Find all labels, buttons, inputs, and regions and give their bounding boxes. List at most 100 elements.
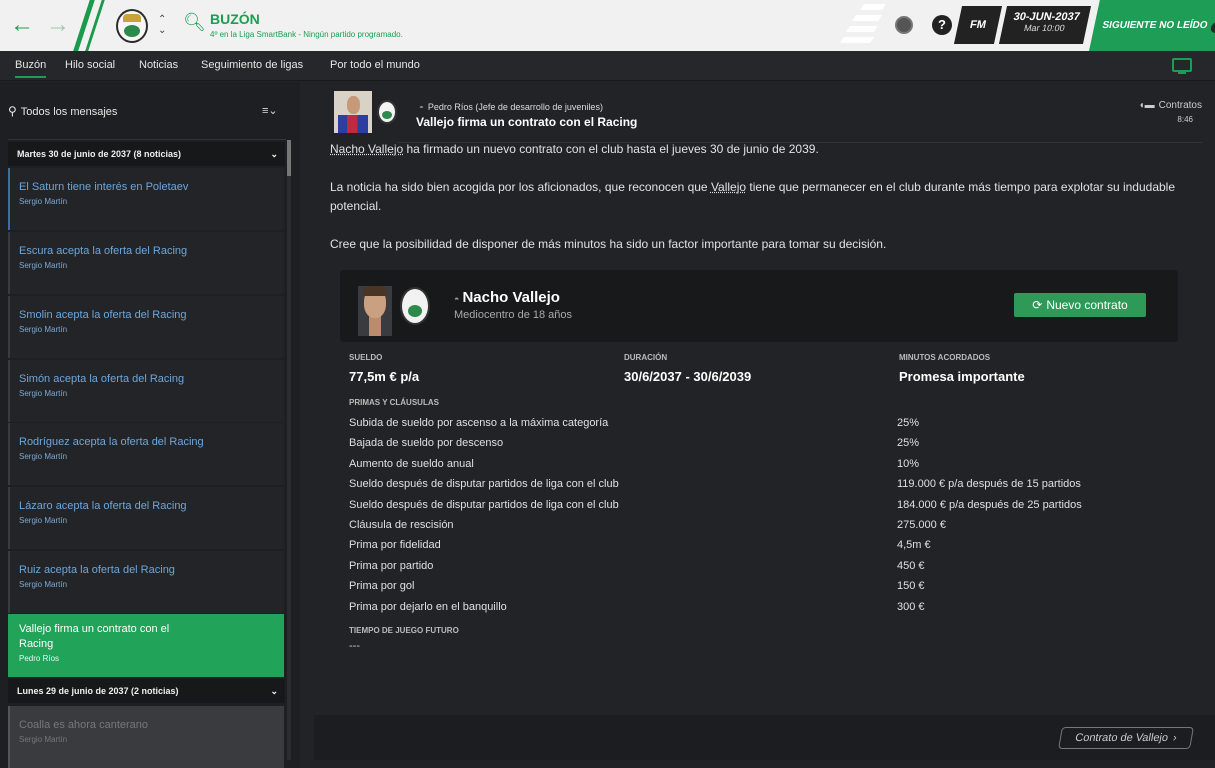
date-group-header[interactable]: Lunes 29 de junio de 2037 (2 noticias) ⌄ [8,679,285,703]
message-sender: Sergio Martín [19,261,68,270]
paragraph-text: La noticia ha sido bien acogida por los … [330,180,711,194]
message-item[interactable]: El Saturn tiene interés en Poletaev Sergi… [8,168,284,230]
clause-row: Prima por fidelidad 4,5m € [349,539,1189,559]
player-name[interactable]: ◓ Nacho Vallejo [454,289,560,306]
tab-bar: Buzón Hilo social Noticias Seguimiento d… [0,51,1215,81]
salary-value: 77,5m € p/a [349,369,420,384]
next-unread-button[interactable]: SIGUIENTE NO LEÍDO› [1089,0,1215,51]
date-group-header[interactable]: Martes 30 de junio de 2037 (8 noticias) ⌄ [8,142,285,166]
club-crest-icon[interactable] [400,287,430,325]
date-text: 30-JUN-2037 [1012,11,1081,23]
tv-icon[interactable] [1172,58,1192,74]
message-time: 8:46 [1177,115,1193,124]
tab-seguimiento-ligas[interactable]: Seguimiento de ligas [201,59,303,71]
clause-value: 25% [897,417,920,429]
clause-row: Cláusula de rescisión 275.000 € [349,519,1189,539]
clause-value: 4,5m € [897,539,931,551]
clause-value: 25% [897,437,920,449]
chevron-down-icon: ⌄ [270,149,278,159]
bottom-action-bar: Contrato de Vallejo › [314,715,1215,760]
tab-noticias[interactable]: Noticias [139,59,178,71]
player-avatar[interactable] [358,286,392,336]
forward-arrow-icon[interactable]: → [46,12,70,38]
minutes-value: Promesa importante [899,369,1025,384]
new-contract-label: Nuevo contrato [1046,298,1128,312]
message-sender: Sergio Martín [19,580,68,589]
clause-row: Prima por gol 150 € [349,580,1189,600]
message-title: Lázaro acepta la oferta del Racing [19,500,187,512]
divider [8,139,286,140]
help-icon[interactable]: ? [932,15,952,35]
paragraph-2: La noticia ha sido bien acogida por los … [330,178,1190,216]
chevron-down-icon: ⌄ [270,686,278,696]
clause-name: Prima por fidelidad [349,539,441,551]
club-crest-icon[interactable] [377,100,397,124]
message-list-sidebar: ⚲ Todos los mensajes ≡⌄ Martes 30 de juni… [0,82,300,768]
paragraph-text: ha firmado un nuevo contrato con el club… [403,142,819,156]
player-contract-button[interactable]: Contrato de Vallejo › [1058,727,1194,749]
message-sender: Pedro Ríos [19,654,60,663]
paragraph-1: Nacho Vallejo ha firmado un nuevo contra… [330,140,1190,159]
date-display[interactable]: 30-JUN-2037 Mar 10:00 [998,6,1092,44]
clause-value: 450 € [897,560,925,572]
new-contract-button[interactable]: ⟳ Nuevo contrato [1014,293,1146,317]
scrollbar-thumb[interactable] [287,140,291,176]
tab-por-todo-el-mundo[interactable]: Por todo el mundo [330,59,420,71]
tab-hilo-social[interactable]: Hilo social [65,59,115,71]
clause-value: 150 € [897,580,925,592]
sender-name[interactable]: ◓ Pedro Ríos (Jefe de desarrollo de juven… [419,102,603,112]
message-item[interactable]: Coalla es ahora canterano Sergio Martín [8,706,284,768]
message-item[interactable]: Rodríguez acepta la oferta del Racing Ser… [8,423,284,485]
message-title: Rodríguez acepta la oferta del Racing [19,436,204,448]
page-title: BUZÓN [210,11,260,27]
message-body: ◓ Pedro Ríos (Jefe de desarrollo de juven… [330,90,1202,662]
clause-row: Aumento de sueldo anual 10% [349,458,1189,478]
scrollbar-track[interactable] [287,140,291,760]
clause-value: 300 € [897,601,925,613]
club-crest-icon[interactable] [116,9,148,43]
search-icon[interactable]: 🔍︎ [183,12,206,33]
player-link[interactable]: Nacho Vallejo [330,142,403,156]
time-text: Mar 10:00 [1023,23,1066,33]
message-filter[interactable]: ⚲ Todos los mensajes [8,104,284,118]
duration-value: 30/6/2037 - 30/6/2039 [624,369,752,384]
message-item[interactable]: Smolin acepta la oferta del Racing Sergio… [8,296,284,358]
message-item[interactable]: Ruiz acepta la oferta del Racing Sergio M… [8,551,284,613]
future-playtime-label: TIEMPO DE JUEGO FUTURO [349,626,459,635]
contract-card: ◓ Nacho Vallejo Mediocentro de 18 años ⟳ N… [340,270,1178,342]
refresh-icon: ⟳ [1032,298,1043,312]
tab-buzon[interactable]: Buzón [15,59,47,78]
message-sender: Sergio Martín [19,452,68,461]
clause-name: Sueldo después de disputar partidos de l… [349,499,619,511]
clause-name: Prima por gol [349,580,415,592]
sender-avatar[interactable] [334,91,372,133]
fm-menu-button[interactable]: FM [953,6,1003,44]
message-item[interactable]: Simón acepta la oferta del Racing Sergio … [8,360,284,422]
message-tag-label: Contratos [1158,100,1202,111]
message-item[interactable]: Lázaro acepta la oferta del Racing Sergio… [8,487,284,549]
message-filter-label: Todos los mensajes [20,106,118,118]
list-view-toggle-icon[interactable]: ≡⌄ [262,104,278,117]
club-switch-icon[interactable]: ⌃ ⌄ [158,14,166,36]
top-bar: ← → ⌃ ⌄ 🔍︎ BUZÓN 4º en la Liga SmartBank … [0,0,1215,51]
clause-row: Subida de sueldo por ascenso a la máxima… [349,417,1189,437]
tag-icon: ◖▬ [1138,100,1155,111]
message-item-selected[interactable]: Vallejo firma un contrato con el Racing P… [8,614,284,677]
message-title: Vallejo firma un contrato con el Racing [19,623,170,650]
message-title: El Saturn tiene interés en Poletaev [19,181,189,193]
message-content-pane: ◓ Pedro Ríos (Jefe de desarrollo de juven… [314,82,1215,768]
clause-value: 119.000 € p/a después de 15 partidos [897,478,1081,490]
message-item[interactable]: Escura acepta la oferta del Racing Sergio… [8,232,284,294]
player-link[interactable]: Vallejo [711,180,746,194]
back-arrow-icon[interactable]: ← [10,12,34,38]
message-title: Escura acepta la oferta del Racing [19,245,188,257]
ball-icon[interactable] [895,16,913,34]
paragraph-3: Cree que la posibilidad de disponer de m… [330,237,887,251]
message-sender: Sergio Martín [19,389,68,398]
clauses-label: PRIMAS Y CLÁUSULAS [349,398,439,407]
page-subtitle: 4º en la Liga SmartBank - Ningún partido… [210,30,403,39]
clause-value: 10% [897,458,920,470]
clause-value: 275.000 € [897,519,946,531]
message-title: Smolin acepta la oferta del Racing [19,309,187,321]
message-subject: Vallejo firma un contrato con el Racing [416,115,638,129]
